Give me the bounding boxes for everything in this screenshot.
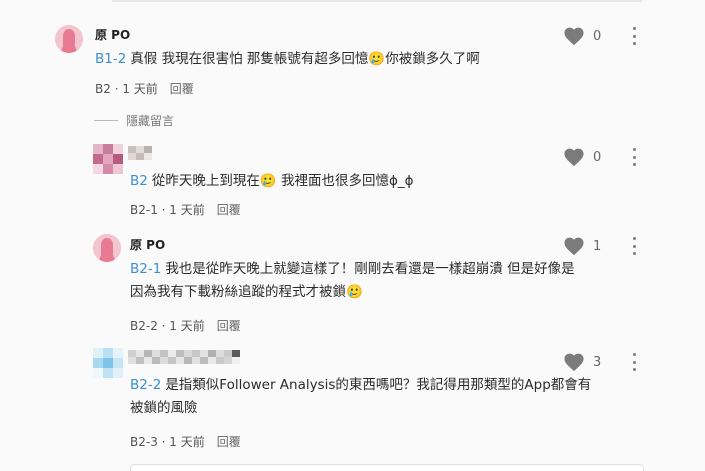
like-button[interactable]: 1 <box>563 236 601 256</box>
reply-button[interactable]: 回覆 <box>217 203 241 217</box>
avatar[interactable] <box>93 144 123 174</box>
redacted-name-icon <box>128 146 152 160</box>
floor-tag-link[interactable]: B2-1 <box>130 261 161 277</box>
avatar[interactable] <box>93 234 121 262</box>
comment-text: B2-1 我也是從昨天晚上就變這樣了！剛剛去看還是一樣超崩潰 但是好像是 因為我有… <box>130 261 575 300</box>
divider-top <box>112 0 642 2</box>
floor-tag-link[interactable]: B1-2 <box>95 51 126 67</box>
timestamp: 1 天前 <box>122 82 158 96</box>
reply-button[interactable]: 回覆 <box>217 435 241 449</box>
floor-tag-link[interactable]: B2-2 <box>130 377 161 393</box>
floor-number: B2-3 <box>130 435 158 449</box>
timestamp: 1 天前 <box>169 319 205 333</box>
heart-icon <box>564 237 584 256</box>
pixelated-avatar-icon <box>93 144 123 174</box>
like-count: 1 <box>593 238 602 254</box>
author-name-redacted <box>128 350 240 364</box>
more-options-button[interactable] <box>629 27 639 45</box>
comment-text: B2 從昨天晚上到現在🥲 我裡面也很多回憶ɸ_ɸ <box>130 173 414 189</box>
female-silhouette-icon <box>93 234 121 262</box>
like-button[interactable]: 3 <box>563 352 601 372</box>
like-count: 0 <box>593 28 602 44</box>
heart-icon <box>564 353 584 372</box>
like-count: 3 <box>593 354 602 370</box>
floor-number: B2-2 <box>130 319 158 333</box>
more-vertical-icon <box>632 27 636 30</box>
more-options-button[interactable] <box>629 353 639 371</box>
reply-button[interactable]: 回覆 <box>217 319 241 333</box>
more-vertical-icon <box>632 237 636 240</box>
comment-meta: B2-1 · 1 天前 回覆 <box>130 203 241 217</box>
more-options-button[interactable] <box>629 148 639 166</box>
comment-text: B1-2 真假 我現在很害怕 那隻帳號有超多回憶🥲你被鎖多久了啊 <box>95 51 480 67</box>
hide-replies-label: 隱藏留言 <box>126 114 175 128</box>
comment-meta: B2 · 1 天前 回覆 <box>95 82 194 96</box>
like-button[interactable]: 0 <box>563 26 601 46</box>
reply-button[interactable]: 回覆 <box>170 82 194 96</box>
author-name-redacted <box>128 146 152 160</box>
divider <box>94 120 118 121</box>
avatar[interactable] <box>93 348 123 378</box>
hide-replies-toggle[interactable]: 隱藏留言 <box>94 112 174 129</box>
floor-tag-link[interactable]: B2 <box>130 173 148 189</box>
author-name[interactable]: 原 PO <box>130 236 165 253</box>
female-silhouette-icon <box>55 25 83 53</box>
like-button[interactable]: 0 <box>563 147 601 167</box>
timestamp: 1 天前 <box>169 435 205 449</box>
comment-meta: B2-3 · 1 天前 回覆 <box>130 435 241 449</box>
timestamp: 1 天前 <box>169 203 205 217</box>
more-vertical-icon <box>632 148 636 151</box>
heart-icon <box>564 148 584 167</box>
comment-text: B2-2 是指類似Follower Analysis的東西嗎吧？我記得用那類型的A… <box>130 377 592 416</box>
like-count: 0 <box>593 149 602 165</box>
redacted-name-icon <box>128 350 240 364</box>
more-options-button[interactable] <box>629 237 639 255</box>
more-vertical-icon <box>632 353 636 356</box>
comment-meta: B2-2 · 1 天前 回覆 <box>130 319 241 333</box>
author-name[interactable]: 原 PO <box>95 26 130 43</box>
heart-icon <box>564 27 584 46</box>
avatar[interactable] <box>55 25 83 53</box>
floor-number: B2-1 <box>130 203 158 217</box>
pixelated-avatar-icon <box>93 348 123 378</box>
floor-number: B2 <box>95 82 111 96</box>
